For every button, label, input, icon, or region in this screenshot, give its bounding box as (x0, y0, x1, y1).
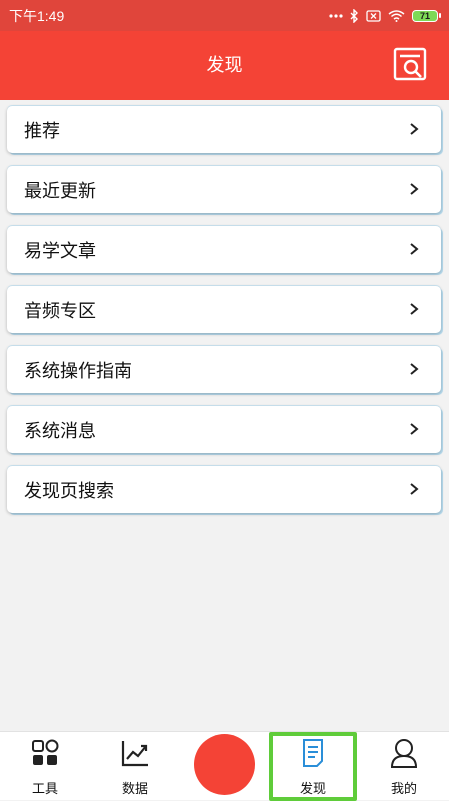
menu-item-label: 易学文章 (24, 240, 96, 262)
nav-tab-label: 我的 (390, 782, 417, 797)
active-tab-highlight (269, 732, 357, 801)
status-bar: 下午1:49 71 (0, 0, 449, 31)
menu-item-search[interactable]: 发现页搜索 (7, 466, 441, 513)
menu-item-label: 系统消息 (24, 420, 96, 442)
center-action-button[interactable] (194, 734, 255, 795)
nav-tab-tools[interactable]: 工具 (0, 732, 90, 801)
status-icons: 71 (329, 8, 441, 23)
chevron-right-icon (410, 483, 419, 495)
page-title: 发现 (206, 55, 243, 76)
discover-menu-list: 推荐 最近更新 易学文章 音频专区 系统操作指南 系统消息 发现页搜索 (7, 106, 441, 526)
more-dots-icon (329, 13, 343, 18)
search-document-icon[interactable] (393, 47, 429, 83)
nav-tab-profile[interactable]: 我的 (359, 732, 449, 801)
menu-item-label: 系统操作指南 (24, 360, 132, 382)
chevron-right-icon (410, 183, 419, 195)
menu-item-recommend[interactable]: 推荐 (7, 106, 441, 153)
menu-item-audio[interactable]: 音频专区 (7, 286, 441, 333)
menu-item-messages[interactable]: 系统消息 (7, 406, 441, 453)
nav-tab-label: 数据 (121, 782, 148, 797)
menu-item-label: 发现页搜索 (24, 480, 114, 502)
menu-item-recent-updates[interactable]: 最近更新 (7, 166, 441, 213)
trend-chart-icon (121, 741, 148, 767)
menu-item-articles[interactable]: 易学文章 (7, 226, 441, 273)
menu-item-label: 最近更新 (24, 180, 96, 202)
nav-tab-data[interactable]: 数据 (90, 732, 180, 801)
battery-level: 71 (412, 9, 438, 22)
chevron-right-icon (410, 243, 419, 255)
chevron-right-icon (410, 423, 419, 435)
bluetooth-icon (350, 8, 358, 23)
sim-blocked-icon (366, 9, 381, 22)
battery-indicator: 71 (412, 9, 441, 22)
apps-grid-icon (32, 739, 59, 765)
status-time: 下午1:49 (9, 7, 65, 24)
chevron-right-icon (410, 123, 419, 135)
menu-item-label: 推荐 (24, 120, 60, 142)
app-header: 发现 (0, 31, 449, 100)
wifi-icon (388, 9, 405, 22)
menu-item-guide[interactable]: 系统操作指南 (7, 346, 441, 393)
chevron-right-icon (410, 363, 419, 375)
user-icon (390, 739, 418, 768)
chevron-right-icon (410, 303, 419, 315)
nav-tab-label: 工具 (31, 782, 58, 797)
menu-item-label: 音频专区 (24, 300, 96, 322)
